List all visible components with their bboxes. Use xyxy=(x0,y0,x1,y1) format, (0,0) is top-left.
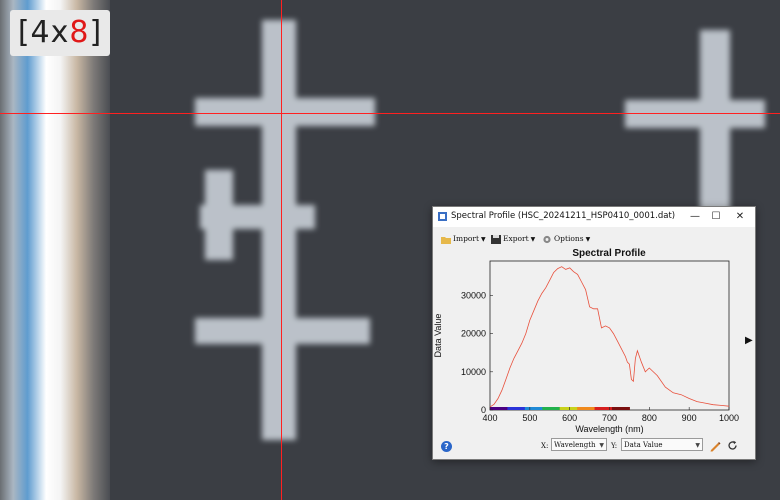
title-bar[interactable]: Spectral Profile (HSC_20241211_HSP0410_0… xyxy=(433,207,755,227)
chevron-down-icon: ▼ xyxy=(695,442,700,449)
x-tick-label: 800 xyxy=(642,413,657,423)
expand-arrow-icon[interactable]: ▶ xyxy=(745,335,753,346)
y-tick-label: 10000 xyxy=(461,367,486,377)
x-tick-label: 600 xyxy=(562,413,577,423)
x-tick-label: 900 xyxy=(682,413,697,423)
x-axis-select-value: Wavelength xyxy=(554,441,596,449)
window-title: Spectral Profile (HSC_20241211_HSP0410_0… xyxy=(451,211,676,221)
help-icon[interactable]: ? xyxy=(441,441,452,452)
x-axis-select[interactable]: Wavelength ▼ xyxy=(551,438,607,451)
wavelength-color-bar xyxy=(490,407,630,410)
crosshair-vertical xyxy=(281,0,282,500)
minimize-button[interactable]: — xyxy=(685,209,705,225)
crosshair-horizontal xyxy=(0,113,780,114)
x-tick-label: 700 xyxy=(602,413,617,423)
y-tick-label: 0 xyxy=(481,405,486,415)
import-label: Import xyxy=(453,234,479,243)
color-bar-segment xyxy=(594,407,613,410)
y-tick-label: 30000 xyxy=(461,290,486,300)
options-label: Options xyxy=(554,234,584,243)
options-menu-button[interactable]: Options ▼ xyxy=(542,231,590,247)
y-axis-label: Data Value xyxy=(433,314,443,358)
refresh-icon[interactable] xyxy=(727,440,738,451)
export-menu-button[interactable]: Export ▼ xyxy=(491,231,535,247)
close-button[interactable]: ✕ xyxy=(730,209,750,225)
zoom-suffix: ] xyxy=(89,15,103,50)
gear-icon xyxy=(543,235,551,243)
x-tick-label: 1000 xyxy=(719,413,739,423)
pencil-icon[interactable] xyxy=(709,440,721,452)
y-axis-select[interactable]: Data Value ▼ xyxy=(621,438,703,451)
chevron-down-icon: ▼ xyxy=(599,442,604,449)
import-menu-button[interactable]: Import ▼ xyxy=(441,231,486,247)
x-tick-label: 500 xyxy=(522,413,537,423)
color-bar-segment xyxy=(490,407,508,410)
folder-icon xyxy=(441,236,451,244)
chevron-down-icon: ▼ xyxy=(585,236,591,243)
plot-area xyxy=(489,260,730,411)
color-bar-segment xyxy=(611,407,630,410)
zoom-factor: 8 xyxy=(69,15,90,50)
chart-title: Spectral Profile xyxy=(572,248,646,259)
save-disk-icon xyxy=(491,234,501,244)
zoom-level-badge: [4x8] xyxy=(10,10,110,56)
color-bar-segment xyxy=(577,407,596,410)
y-tick-label: 20000 xyxy=(461,329,486,339)
x-axis-selector-label: X: xyxy=(541,442,549,450)
color-bar-segment xyxy=(559,407,578,410)
axis-selector-bar: ? X: Wavelength ▼ Y: Data Value ▼ xyxy=(433,437,755,457)
export-label: Export xyxy=(503,234,529,243)
chevron-down-icon: ▼ xyxy=(481,236,486,243)
color-bar-segment xyxy=(524,407,543,410)
y-axis-select-value: Data Value xyxy=(624,441,663,449)
chevron-down-icon: ▼ xyxy=(530,236,536,243)
y-axis-selector-label: Y: xyxy=(611,442,618,450)
spectral-profile-window[interactable]: Spectral Profile (HSC_20241211_HSP0410_0… xyxy=(432,206,756,460)
color-bar-segment xyxy=(507,407,526,410)
spectral-plot[interactable]: Spectral Profile 400 500 600 700 800 900 10000… xyxy=(433,247,755,437)
maximize-button[interactable]: ☐ xyxy=(706,209,726,225)
zoom-prefix: [4x xyxy=(17,15,70,50)
toolbar: Import ▼ Export ▼ Options ▼ xyxy=(433,231,755,247)
color-bar-segment xyxy=(542,407,561,410)
x-axis-label: Wavelength (nm) xyxy=(575,424,643,434)
app-icon xyxy=(438,212,447,221)
